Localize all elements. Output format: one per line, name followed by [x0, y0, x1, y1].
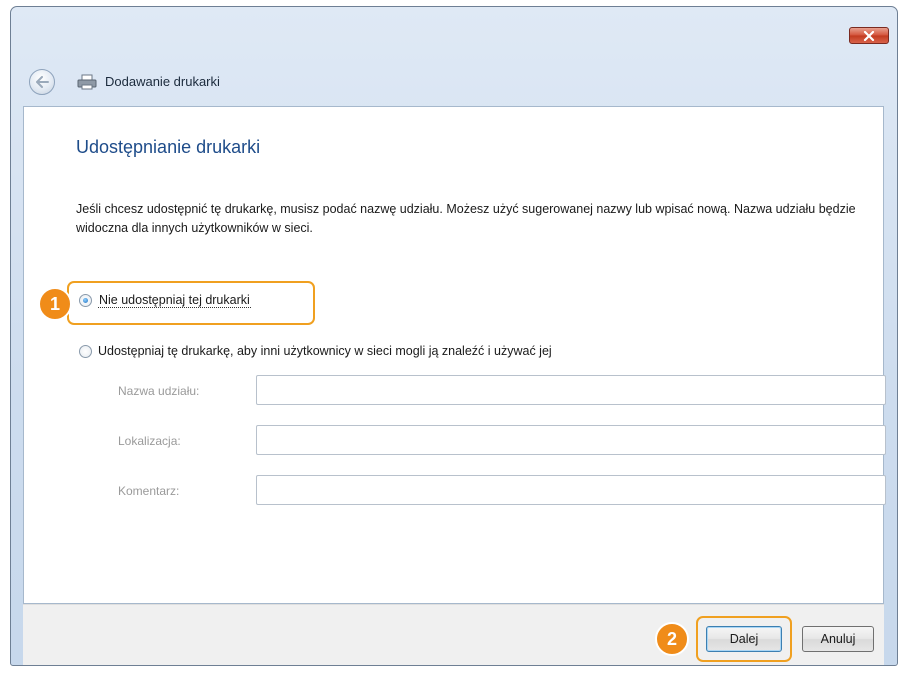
- radio-dont-share[interactable]: Nie udostępniaj tej drukarki: [79, 293, 251, 308]
- content-panel: Udostępnianie drukarki Jeśli chcesz udos…: [23, 106, 886, 604]
- close-icon: [863, 30, 875, 41]
- share-name-label: Nazwa udziału:: [118, 384, 200, 398]
- radio-share-label: Udostępniaj tę drukarkę, aby inni użytko…: [98, 344, 552, 358]
- cancel-button[interactable]: Anuluj: [802, 626, 874, 652]
- radio-button-checked[interactable]: [79, 294, 92, 307]
- page-title: Udostępnianie drukarki: [76, 137, 261, 157]
- printer-icon: [77, 74, 97, 90]
- next-button[interactable]: Dalej: [706, 626, 782, 652]
- back-arrow-icon: [36, 76, 49, 88]
- close-button[interactable]: [849, 27, 889, 44]
- location-label: Lokalizacja:: [118, 434, 181, 448]
- button-bar: 2 Dalej Anuluj: [23, 604, 884, 665]
- description-text: Jeśli chcesz udostępnić tę drukarkę, mus…: [76, 202, 856, 235]
- comment-label: Komentarz:: [118, 484, 180, 498]
- share-name-field[interactable]: [256, 375, 886, 405]
- back-button[interactable]: [29, 69, 55, 95]
- title-bar: Dodawanie drukarki: [11, 55, 897, 105]
- location-field[interactable]: [256, 425, 886, 455]
- add-printer-window: Dodawanie drukarki Udostępnianie drukark…: [10, 6, 898, 666]
- callout-badge-2: 2: [655, 622, 689, 656]
- radio-share[interactable]: Udostępniaj tę drukarkę, aby inni użytko…: [79, 344, 552, 358]
- radio-button-unchecked[interactable]: [79, 344, 92, 358]
- callout-badge-1: 1: [38, 287, 72, 321]
- window-title: Dodawanie drukarki: [105, 74, 220, 89]
- comment-field[interactable]: [256, 475, 886, 505]
- radio-dont-share-label: Nie udostępniaj tej drukarki: [98, 293, 251, 308]
